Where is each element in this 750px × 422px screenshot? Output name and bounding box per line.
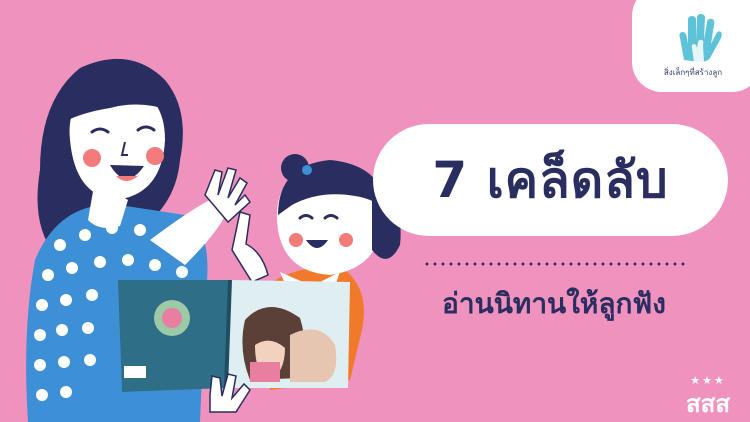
title-pill: 7 เคล็ดลับ — [373, 124, 728, 236]
banner-subtitle: อ่านนิทานให้ลูกฟัง — [442, 287, 666, 320]
banner-title: 7 เคล็ดลับ — [432, 150, 669, 209]
logo-text: สิ่งเล็กๆที่สร้างลูก — [663, 68, 723, 77]
sponsor-name: สสส — [686, 390, 730, 418]
hand-logo-icon — [679, 14, 722, 62]
sponsor-logo: ★★★ สสส — [678, 374, 738, 418]
dotted-divider — [423, 262, 687, 266]
banner: สิ่งเล็กๆที่สร้างลูก 7 เคล็ดลับ อ่านนิทา… — [0, 0, 750, 422]
